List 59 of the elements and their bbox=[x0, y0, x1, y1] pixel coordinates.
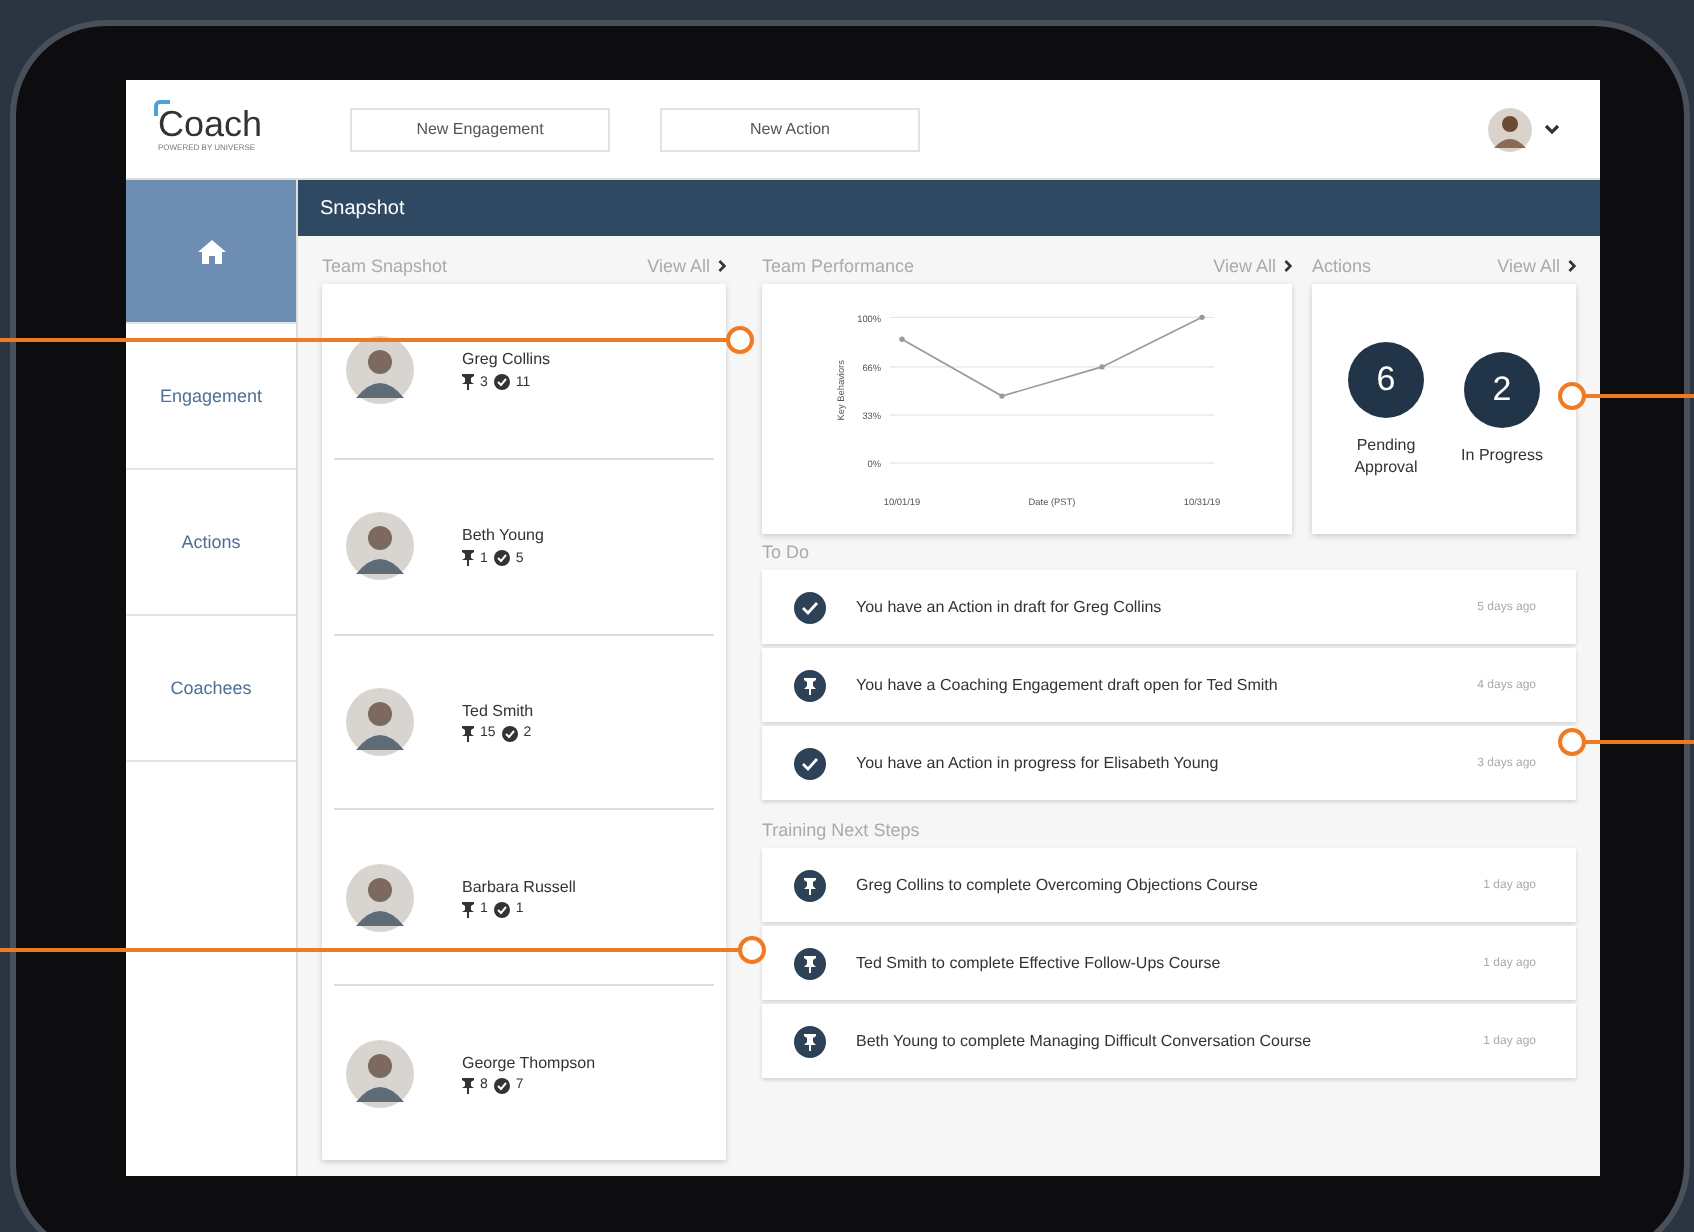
person-name: Beth Young bbox=[462, 526, 544, 545]
item-text: Ted Smith to complete Effective Follow-Ups Course bbox=[856, 954, 1223, 972]
item-text: You have a Coaching Engagement draft open for Ted Smith bbox=[856, 676, 1280, 694]
item-text: Beth Young to complete Managing Difficult Conversation Course bbox=[856, 1032, 1314, 1050]
header-button[interactable]: New Engagement bbox=[350, 107, 610, 151]
pin-icon bbox=[462, 725, 474, 742]
avatar-icon bbox=[346, 336, 414, 405]
pin-icon bbox=[794, 869, 826, 901]
stat-count: 6 bbox=[1348, 341, 1424, 417]
pin-icon bbox=[462, 550, 474, 567]
sidebar-item[interactable]: Engagement bbox=[126, 324, 296, 470]
person-name: Greg Collins bbox=[462, 350, 551, 369]
data-point bbox=[1099, 364, 1105, 370]
data-point bbox=[899, 336, 905, 342]
item-text: You have an Action in progress for Elisabeth Young bbox=[856, 754, 1221, 772]
pin-icon bbox=[794, 947, 826, 979]
check-circle-icon bbox=[794, 591, 826, 623]
section-title: Team Snapshot bbox=[322, 256, 450, 276]
chevron-right-icon[interactable] bbox=[718, 260, 726, 272]
check-circle-icon bbox=[493, 1077, 510, 1094]
pin-icon bbox=[794, 1025, 826, 1057]
sidebar-item[interactable]: Actions bbox=[126, 470, 296, 616]
home-icon bbox=[197, 239, 225, 263]
avatar-icon bbox=[346, 1039, 414, 1108]
page-title: Snapshot bbox=[320, 197, 405, 219]
header-button[interactable]: New Action bbox=[660, 107, 920, 151]
chevron-down-icon[interactable] bbox=[1544, 123, 1560, 135]
pin-icon bbox=[462, 1077, 474, 1094]
pin-icon bbox=[794, 669, 826, 701]
item-text: You have an Action in draft for Greg Collins bbox=[856, 598, 1164, 616]
sidebar-item[interactable]: Coachees bbox=[126, 616, 296, 762]
section-title: Training Next Steps bbox=[762, 820, 922, 840]
pin-icon bbox=[462, 374, 474, 391]
logo-text: Coach bbox=[158, 106, 265, 142]
chevron-right-icon[interactable] bbox=[1568, 260, 1576, 272]
person-name: Ted Smith bbox=[462, 701, 534, 720]
chevron-right-icon[interactable] bbox=[1284, 260, 1292, 272]
avatar-icon bbox=[346, 512, 414, 581]
stat-label: In Progress bbox=[1461, 444, 1543, 466]
check-circle-icon bbox=[493, 374, 510, 391]
stat-count: 2 bbox=[1464, 352, 1540, 428]
person-name: Barbara Russell bbox=[462, 877, 576, 896]
check-circle-icon bbox=[493, 901, 510, 918]
section-title: To Do bbox=[762, 542, 812, 562]
check-circle-icon bbox=[493, 550, 510, 567]
section-title: Team Performance bbox=[762, 256, 917, 276]
pin-icon bbox=[462, 901, 474, 918]
section-title: Actions bbox=[1312, 256, 1374, 276]
avatar-icon bbox=[346, 863, 414, 932]
avatar-icon bbox=[346, 687, 414, 756]
check-circle-icon bbox=[794, 747, 826, 779]
stat-label: Pending Approval bbox=[1352, 433, 1420, 477]
data-point bbox=[1199, 314, 1205, 321]
avatar-icon[interactable] bbox=[1488, 107, 1532, 151]
data-point bbox=[999, 393, 1005, 399]
home-tab[interactable] bbox=[126, 180, 296, 324]
person-name: George Thompson bbox=[462, 1053, 596, 1072]
item-text: Greg Collins to complete Overcoming Objections Course bbox=[856, 876, 1260, 894]
check-circle-icon bbox=[501, 725, 518, 742]
